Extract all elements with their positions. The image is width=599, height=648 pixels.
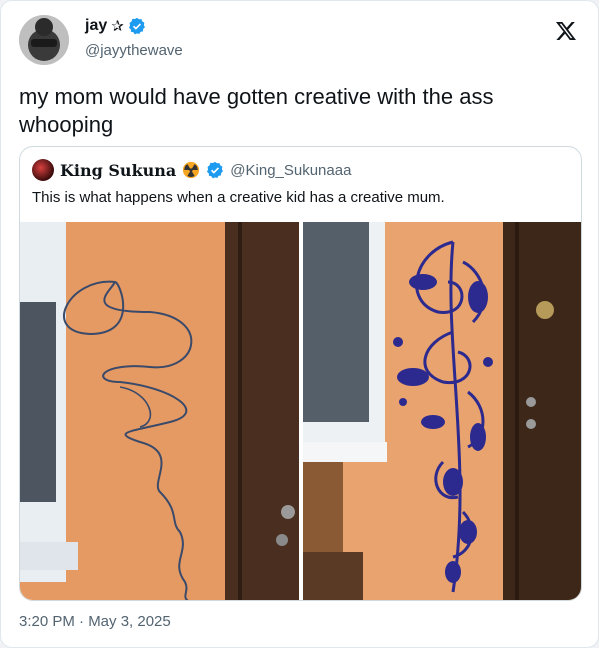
author-display-name[interactable]: jay [85, 17, 107, 35]
tweet-timestamp[interactable]: 3:20 PM · May 3, 2025 [19, 613, 171, 630]
quoted-tweet[interactable]: King Sukuna @King_Sukunaaa This is what … [19, 146, 582, 601]
radioactive-icon [183, 161, 200, 179]
author-name-row[interactable]: jay ✰ [85, 17, 146, 35]
quoted-handle[interactable]: @King_Sukunaaa [230, 162, 351, 179]
author-avatar[interactable] [19, 15, 69, 65]
quoted-media[interactable] [20, 222, 581, 600]
author-handle[interactable]: @jayythewave [85, 42, 183, 59]
quoted-text: This is what happens when a creative kid… [32, 189, 445, 206]
photo-painted-floral-wall-icon [303, 222, 581, 600]
verified-badge-icon [207, 161, 224, 179]
photo-right[interactable] [303, 222, 581, 600]
profile-photo-icon [19, 15, 69, 65]
verified-badge-icon [128, 17, 145, 35]
x-logo-icon[interactable] [554, 19, 578, 43]
quoted-author-avatar[interactable] [32, 159, 54, 181]
quoted-display-name[interactable]: King Sukuna [60, 161, 176, 180]
tweet-card: jay ✰ @jayythewave my mom would have got… [0, 0, 599, 648]
name-star-glyph: ✰ [111, 17, 124, 35]
quoted-author-row[interactable]: King Sukuna @King_Sukunaaa [32, 159, 351, 181]
tweet-text: my mom would have gotten creative with t… [19, 84, 494, 137]
photo-scribbled-wall-icon [20, 222, 299, 600]
photo-left[interactable] [20, 222, 299, 600]
